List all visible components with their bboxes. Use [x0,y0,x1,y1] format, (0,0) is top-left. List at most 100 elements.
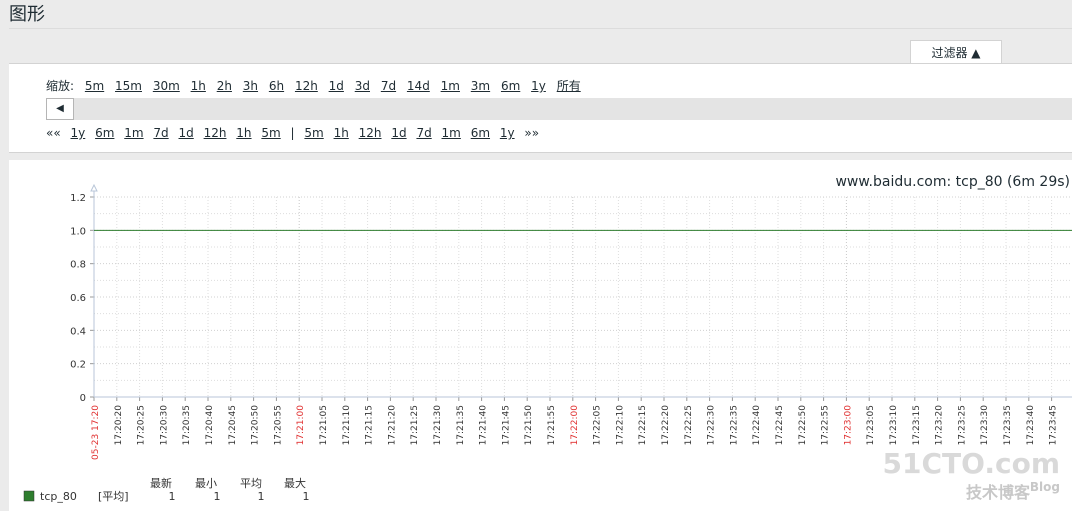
legend-header: 最小 [195,477,217,490]
scroll-left-button[interactable]: ◀ [46,98,74,120]
zoom-row: 缩放: 5m 15m 30m 1h 2h 3h 6h 12h 1d 3d 7d … [46,77,588,94]
x-tick-label: 17:23:15 [912,405,922,445]
graph-panel: www.baidu.com: tcp_80 (6m 29s) 0 0.2 0.4 0.6… [9,160,1072,511]
x-tick-label: 17:20:20 [114,405,124,446]
zoom-option[interactable]: 3d [355,79,370,93]
x-tick-label: 05-23 17:20 [91,405,101,460]
nav-forward-all[interactable]: »» [524,126,539,140]
x-tick-label: 17:20:45 [228,405,238,445]
legend-header: 平均 [240,477,262,490]
x-tick-label: 17:23:05 [866,405,876,445]
nav-back[interactable]: 1y [71,126,86,140]
x-tick-label: 17:22:50 [798,405,808,446]
zoom-option[interactable]: 3m [471,79,490,93]
x-tick-label: 17:21:50 [524,405,534,446]
x-tick-label: 17:23:40 [1026,405,1036,446]
x-tick-label: 17:21:40 [479,405,489,446]
nav-back[interactable]: 7d [153,126,168,140]
zoom-option[interactable]: 1d [329,79,344,93]
nav-back[interactable]: 1d [179,126,194,140]
filter-panel: 缩放: 5m 15m 30m 1h 2h 3h 6h 12h 1d 3d 7d … [9,63,1072,153]
x-tick-label: 17:21:35 [456,405,466,445]
watermark-line2: 技术博客 [965,483,1030,502]
nav-forward[interactable]: 1m [442,126,461,140]
title-divider [9,28,1072,29]
nav-back-all[interactable]: «« [46,126,61,140]
x-tick-label: 17:21:05 [319,405,329,445]
x-tick-label: 17:21:25 [410,405,420,445]
nav-back[interactable]: 1h [236,126,251,140]
nav-forward[interactable]: 7d [416,126,431,140]
zoom-option[interactable]: 3h [243,79,258,93]
x-tick-label: 17:22:15 [638,405,648,445]
zoom-option[interactable]: 30m [153,79,180,93]
y-tick-label: 0.8 [70,260,86,271]
x-tick-label: 17:22:35 [729,405,739,445]
x-tick-label: 17:22:05 [593,405,603,445]
y-tick-label: 0.6 [70,293,86,304]
x-tick-label: 17:20:25 [137,405,147,445]
zoom-option[interactable]: 6h [269,79,284,93]
zoom-option[interactable]: 7d [381,79,396,93]
zoom-option[interactable]: 1m [441,79,460,93]
x-tick-label: 17:23:25 [957,405,967,445]
x-tick-label: 17:21:20 [387,405,397,446]
nav-back[interactable]: 12h [204,126,227,140]
legend-header: 最新 [150,476,172,490]
legend-value: 1 [303,490,310,503]
y-tick-label: 0 [80,393,86,404]
nav-separator: | [290,126,295,140]
legend-value: 1 [214,490,221,503]
watermark-line3: Blog [1029,480,1060,494]
x-tick-label: 17:22:55 [821,405,831,445]
nav-back[interactable]: 5m [261,126,280,140]
nav-back[interactable]: 6m [95,126,114,140]
x-tick-label: 17:21:15 [365,405,375,445]
filter-toggle-tab[interactable]: 过滤器 ▲ [910,40,1002,64]
x-tick-label: 17:20:50 [251,405,261,446]
nav-forward[interactable]: 1d [391,126,406,140]
x-tick-label: 17:20:55 [273,405,283,445]
x-tick-label: 17:22:40 [752,405,762,446]
timeline-scrollbar[interactable]: ◀ [46,98,1072,120]
watermark-logo: 51CTO.com 技术博客 Blog [883,447,1060,502]
x-tick-label: 17:20:35 [182,405,192,445]
zoom-option[interactable]: 1y [531,79,546,93]
x-tick-label: 17:21:55 [547,405,557,445]
x-tick-label: 17:22:20 [661,405,671,446]
x-tick-label: 17:20:30 [159,405,169,446]
x-tick-label: 17:22:00 [570,405,580,446]
legend-item-name: tcp_80 [40,490,77,503]
page-title: 图形 [9,4,45,25]
nav-forward[interactable]: 5m [304,126,323,140]
zoom-option[interactable]: 所有 [557,79,581,93]
y-tick-label: 1.0 [70,226,86,237]
nav-forward[interactable]: 1h [334,126,349,140]
nav-back[interactable]: 1m [124,126,143,140]
zoom-label: 缩放: [46,79,75,93]
zoom-option[interactable]: 12h [295,79,318,93]
graph-title: www.baidu.com: tcp_80 (6m 29s) [835,174,1070,190]
x-tick-label: 17:22:30 [707,405,717,446]
x-tick-label: 17:23:30 [980,405,990,446]
legend-value: 1 [169,490,176,503]
y-axis-arrow [90,183,98,192]
legend-header: 最大 [284,476,306,490]
x-tick-label: 17:22:45 [775,405,785,445]
nav-forward[interactable]: 6m [471,126,490,140]
zoom-option[interactable]: 1h [191,79,206,93]
x-tick-label: 17:23:00 [843,405,853,446]
nav-forward[interactable]: 1y [500,126,515,140]
x-tick-label: 17:21:45 [501,405,511,445]
zoom-option[interactable]: 14d [407,79,430,93]
nav-forward[interactable]: 12h [359,126,382,140]
watermark-line1: 51CTO.com [882,447,1060,480]
zoom-option[interactable]: 15m [115,79,142,93]
zoom-option[interactable]: 5m [85,79,104,93]
zoom-option[interactable]: 2h [217,79,232,93]
legend-value: 1 [258,490,265,503]
x-tick-label: 17:21:30 [433,405,443,446]
period-nav-row: «« 1y 6m 1m 7d 1d 12h 1h 5m | 5m 1h 12h … [46,126,545,140]
zoom-option[interactable]: 6m [501,79,520,93]
x-tick-label: 17:22:25 [684,405,694,445]
